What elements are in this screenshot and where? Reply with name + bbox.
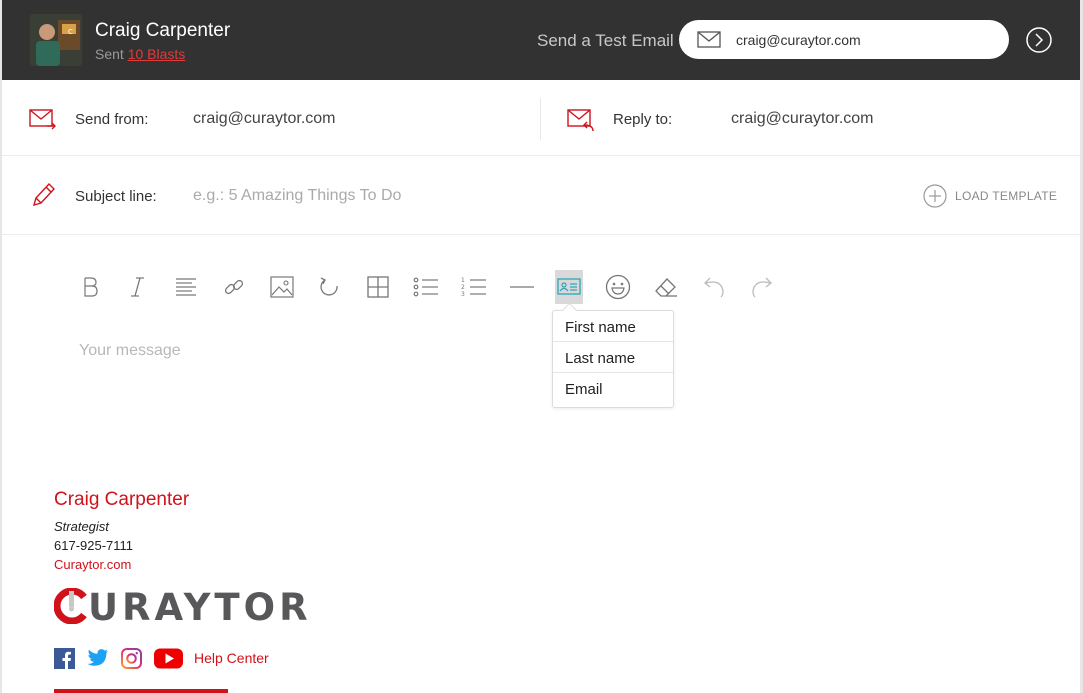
merge-tag-icon[interactable]: [555, 270, 583, 304]
sent-blasts-link[interactable]: 10 Blasts: [128, 46, 186, 62]
bullet-list-icon[interactable]: [411, 270, 441, 304]
table-icon[interactable]: [363, 270, 393, 304]
horizontal-rule-icon[interactable]: [507, 270, 537, 304]
user-name: Craig Carpenter: [95, 20, 231, 41]
sent-prefix: Sent: [95, 46, 124, 62]
merge-email[interactable]: Email: [553, 373, 673, 404]
sent-count: Sent 10 Blasts: [95, 46, 185, 62]
signature-title: Strategist: [54, 519, 109, 534]
subject-row: Subject line: e.g.: 5 Amazing Things To …: [2, 156, 1080, 235]
italic-icon[interactable]: [123, 270, 153, 304]
instagram-icon[interactable]: [121, 648, 142, 674]
avatar: C: [30, 14, 82, 66]
svg-text:C: C: [68, 28, 73, 36]
signature-phone: 617-925-7111: [54, 538, 134, 553]
test-email-label: Send a Test Email: [537, 31, 674, 50]
test-email-input[interactable]: craig@curaytor.com: [679, 20, 1009, 59]
test-email-value: craig@curaytor.com: [736, 32, 861, 48]
facebook-icon[interactable]: [54, 648, 75, 674]
plus-circle-icon: [923, 184, 947, 208]
email-composer: C Craig Carpenter Sent 10 Blasts Send a …: [0, 0, 1083, 693]
align-icon[interactable]: [171, 270, 201, 304]
twitter-icon[interactable]: [87, 648, 109, 673]
merge-first-name[interactable]: First name: [553, 311, 673, 342]
load-template-label: LOAD TEMPLATE: [955, 189, 1058, 203]
merge-last-name[interactable]: Last name: [553, 342, 673, 373]
pencil-icon: [30, 181, 56, 214]
help-center-link[interactable]: Help Center: [194, 650, 269, 666]
redo-icon[interactable]: [747, 270, 777, 304]
numbered-list-icon[interactable]: 123: [459, 270, 489, 304]
reply-to-value[interactable]: craig@curaytor.com: [731, 110, 874, 128]
logo-mark-icon: [54, 588, 87, 624]
reply-to-label: Reply to:: [613, 111, 673, 128]
youtube-icon[interactable]: [154, 648, 183, 674]
emoji-icon[interactable]: [603, 270, 633, 304]
message-editor[interactable]: Your message: [79, 342, 181, 360]
send-from-value[interactable]: craig@curaytor.com: [193, 110, 336, 128]
send-test-button[interactable]: [1026, 27, 1052, 53]
send-from-label: Send from:: [75, 111, 149, 128]
link-icon[interactable]: [219, 270, 249, 304]
logo-wordmark: URAYTOR: [88, 586, 312, 629]
envelope-icon: [697, 31, 721, 53]
svg-text:1: 1: [461, 277, 465, 284]
sender-row: Send from: craig@curaytor.com Reply to: …: [2, 80, 1080, 156]
signature-website[interactable]: Curaytor.com: [54, 557, 131, 572]
undo-icon[interactable]: [699, 270, 729, 304]
signature-red-bar: [54, 689, 228, 693]
send-envelope-icon: [29, 107, 57, 136]
load-template-button[interactable]: LOAD TEMPLATE: [923, 184, 1057, 208]
divider: [540, 98, 541, 140]
image-icon[interactable]: [267, 270, 297, 304]
signature-name: Craig Carpenter: [54, 489, 190, 510]
svg-text:2: 2: [461, 284, 465, 291]
subject-label: Subject line:: [75, 188, 157, 205]
redo-circle-icon[interactable]: [315, 270, 345, 304]
top-bar: C Craig Carpenter Sent 10 Blasts Send a …: [2, 0, 1080, 80]
svg-text:3: 3: [461, 291, 465, 298]
reply-envelope-icon: [567, 107, 595, 138]
arrow-right-circle-icon: [1026, 27, 1052, 53]
merge-tag-menu: First name Last name Email: [552, 310, 674, 408]
editor-toolbar: 123: [2, 270, 1080, 306]
bold-icon[interactable]: [75, 270, 105, 304]
eraser-icon[interactable]: [651, 270, 681, 304]
subject-input[interactable]: e.g.: 5 Amazing Things To Do: [193, 187, 401, 205]
